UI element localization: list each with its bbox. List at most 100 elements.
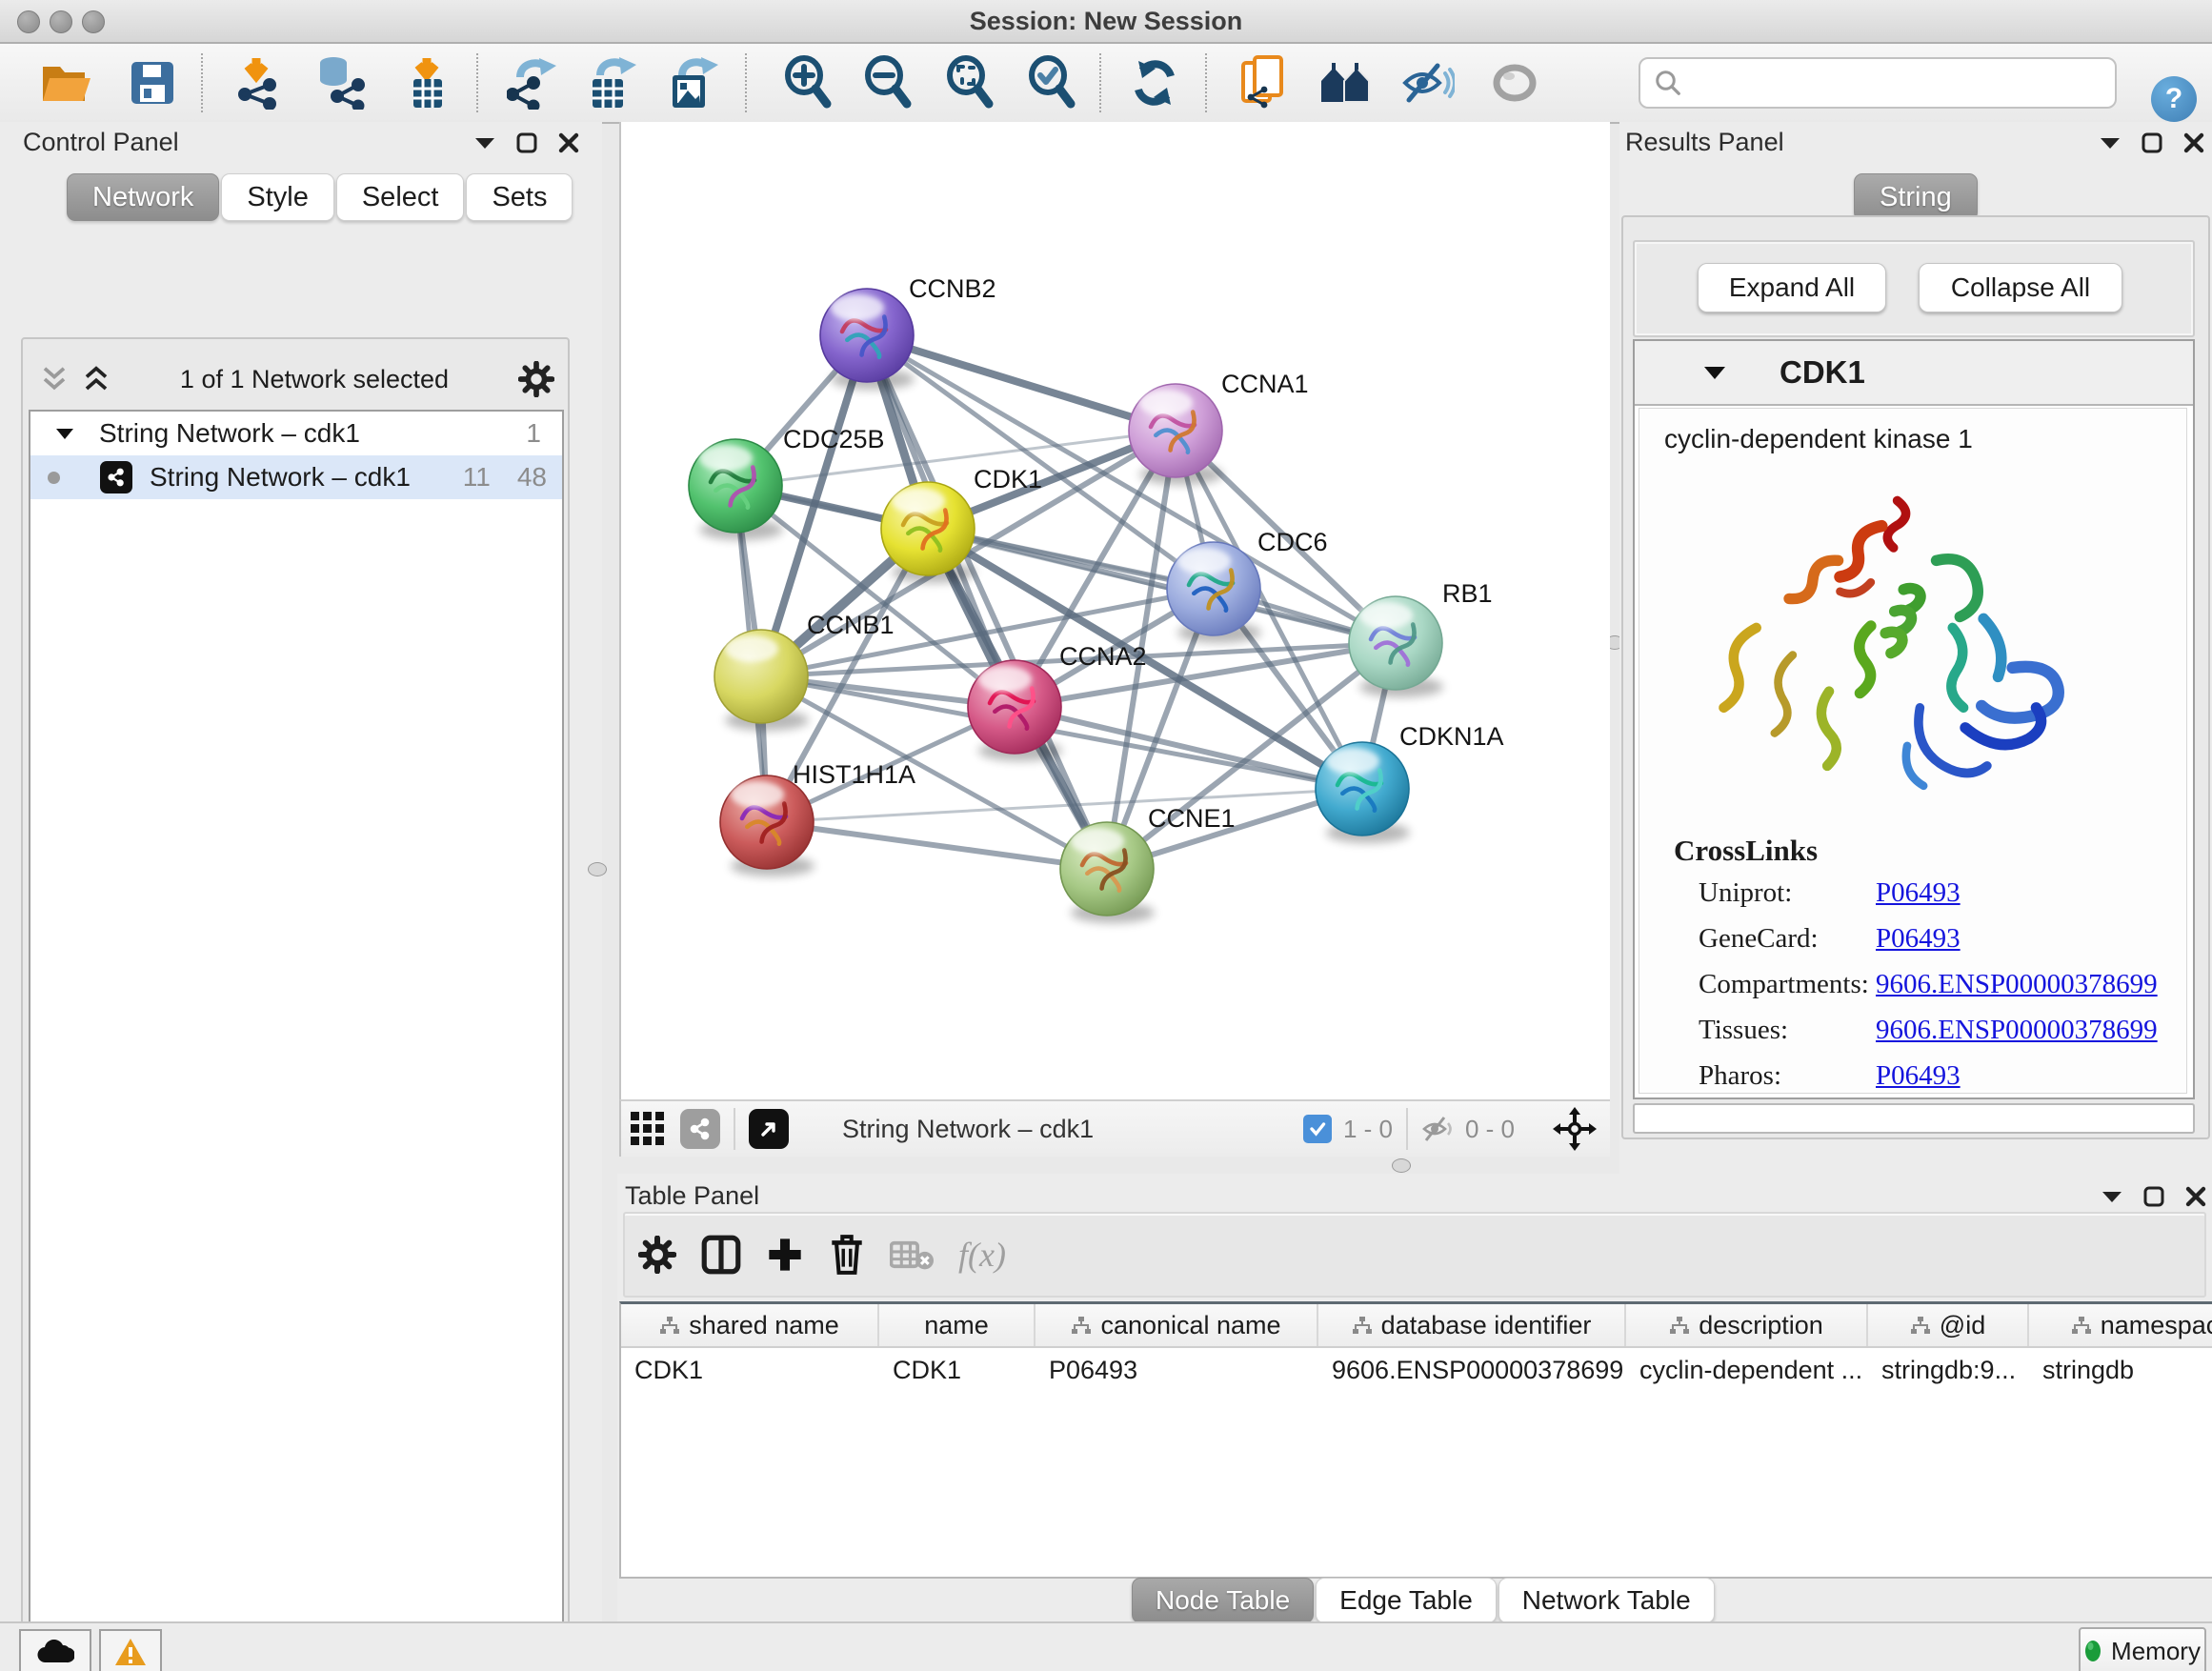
- column-header-canonical-name[interactable]: canonical name: [1036, 1304, 1318, 1346]
- collapse-all-button[interactable]: Collapse All: [1919, 263, 2122, 312]
- column-header-database-identifier[interactable]: database identifier: [1318, 1304, 1626, 1346]
- table-cell[interactable]: P06493: [1036, 1356, 1318, 1385]
- collapse-all-icon[interactable]: [40, 365, 69, 393]
- table-cell[interactable]: CDK1: [879, 1356, 1036, 1385]
- network-view-icon[interactable]: [680, 1109, 720, 1149]
- refresh-icon[interactable]: [1126, 53, 1183, 112]
- memory-button[interactable]: Memory: [2079, 1627, 2206, 1671]
- network-node-CDC25B[interactable]: [689, 439, 783, 540]
- expand-all-button[interactable]: Expand All: [1698, 263, 1886, 312]
- grid-view-icon[interactable]: [629, 1110, 667, 1148]
- close-panel-icon[interactable]: [558, 132, 579, 153]
- tab-network-table[interactable]: Network Table: [1498, 1578, 1715, 1623]
- left-splitter-handle[interactable]: [588, 862, 607, 876]
- network-node-RB1[interactable]: [1349, 596, 1443, 697]
- birds-eye-icon[interactable]: [1553, 1107, 1597, 1151]
- expand-all-icon[interactable]: [82, 365, 111, 393]
- column-header-namespace[interactable]: namespace: [2029, 1304, 2212, 1346]
- export-image-icon[interactable]: [665, 53, 722, 112]
- results-hscrollbar[interactable]: [1633, 1103, 2195, 1134]
- options-gear-icon[interactable]: [518, 361, 554, 397]
- table-cell[interactable]: stringdb: [2029, 1356, 2212, 1385]
- gene-section-header[interactable]: CDK1: [1635, 341, 2193, 406]
- toolbar-divider: [1406, 1108, 1408, 1150]
- crosslink-value[interactable]: 9606.ENSP00000378699: [1876, 969, 2158, 1000]
- node-label-CDC6: CDC6: [1257, 528, 1328, 556]
- tab-string[interactable]: String: [1854, 173, 1978, 221]
- table-cell[interactable]: cyclin-dependent ...: [1626, 1356, 1868, 1385]
- crosslink-value[interactable]: 9606.ENSP00000378699: [1876, 1015, 2158, 1046]
- gene-collapse-icon[interactable]: [1703, 365, 1726, 380]
- network-graph[interactable]: CCNB2CCNA1CDC25BCDK1CDC6RB1CCNB1CCNA2CDK…: [621, 122, 1610, 1099]
- network-row[interactable]: String Network – cdk1 11 48: [30, 455, 562, 499]
- delete-column-icon[interactable]: [829, 1234, 865, 1276]
- main-toolbar: ?: [0, 44, 2212, 124]
- close-panel-icon[interactable]: [2185, 1186, 2206, 1207]
- cloud-icon: [36, 1640, 74, 1664]
- zoom-in-icon[interactable]: [779, 53, 836, 112]
- column-header--id[interactable]: @id: [1868, 1304, 2029, 1346]
- import-table-icon[interactable]: [398, 53, 455, 112]
- tab-select[interactable]: Select: [336, 173, 465, 221]
- collection-expand-icon[interactable]: [55, 427, 74, 440]
- zoom-selected-icon[interactable]: [1023, 53, 1080, 112]
- detach-view-icon[interactable]: [749, 1109, 789, 1149]
- crosslink-value[interactable]: P06493: [1876, 877, 1961, 909]
- tab-node-table[interactable]: Node Table: [1132, 1578, 1314, 1623]
- float-panel-icon[interactable]: [2143, 1186, 2164, 1207]
- create-column-icon[interactable]: [766, 1236, 804, 1274]
- cloud-status-button[interactable]: [19, 1629, 91, 1671]
- toolbar-divider: [201, 53, 203, 112]
- tab-network[interactable]: Network: [67, 173, 219, 221]
- save-session-icon[interactable]: [124, 53, 181, 112]
- home-icon[interactable]: [1318, 53, 1376, 112]
- network-node-CCNA2[interactable]: [968, 660, 1062, 761]
- network-node-CCNE1[interactable]: [1060, 822, 1155, 923]
- tab-sets[interactable]: Sets: [466, 173, 573, 221]
- zoom-fit-icon[interactable]: [941, 53, 998, 112]
- network-canvas[interactable]: CCNB2CCNA1CDC25BCDK1CDC6RB1CCNB1CCNA2CDK…: [619, 122, 1610, 1099]
- selected-checkbox-icon[interactable]: [1303, 1115, 1332, 1143]
- export-network-icon[interactable]: [503, 53, 560, 112]
- table-cell[interactable]: stringdb:9...: [1868, 1356, 2029, 1385]
- search-input[interactable]: [1690, 63, 2115, 103]
- hide-selected-icon[interactable]: [1399, 53, 1457, 112]
- tab-style[interactable]: Style: [221, 173, 333, 221]
- node-table[interactable]: shared namenamecanonical namedatabase id…: [619, 1301, 2212, 1579]
- float-panel-icon[interactable]: [516, 132, 537, 153]
- crosslink-value[interactable]: P06493: [1876, 923, 1961, 955]
- network-node-CDKN1A[interactable]: [1316, 742, 1410, 843]
- show-columns-icon[interactable]: [701, 1234, 741, 1276]
- close-panel-icon[interactable]: [2183, 132, 2204, 153]
- column-header-name[interactable]: name: [879, 1304, 1036, 1346]
- network-node-CDK1[interactable]: [881, 482, 975, 583]
- network-node-HIST1H1A[interactable]: [720, 775, 814, 876]
- show-hidden-icon[interactable]: [1486, 53, 1543, 112]
- tab-edge-table[interactable]: Edge Table: [1316, 1578, 1497, 1623]
- float-panel-icon[interactable]: [2142, 132, 2162, 153]
- export-table-icon[interactable]: [584, 53, 641, 112]
- network-node-CDC6[interactable]: [1167, 542, 1261, 643]
- open-session-icon[interactable]: [38, 53, 95, 112]
- table-cell[interactable]: CDK1: [621, 1356, 879, 1385]
- horizontal-splitter-handle[interactable]: [1392, 1158, 1411, 1173]
- control-panel-tabs: NetworkStyleSelectSets: [67, 173, 574, 221]
- panel-menu-icon[interactable]: [2101, 1190, 2122, 1203]
- crosslink-value[interactable]: P06493: [1876, 1060, 1961, 1092]
- network-collection-row[interactable]: String Network – cdk1 1: [30, 412, 562, 455]
- column-header-shared-name[interactable]: shared name: [621, 1304, 879, 1346]
- clone-network-icon[interactable]: [1237, 53, 1294, 112]
- panel-menu-icon[interactable]: [2100, 136, 2121, 150]
- network-node-CCNB1[interactable]: [714, 630, 809, 731]
- panel-menu-icon[interactable]: [474, 136, 495, 150]
- table-cell[interactable]: 9606.ENSP00000378699: [1318, 1356, 1626, 1385]
- column-header-description[interactable]: description: [1626, 1304, 1868, 1346]
- zoom-out-icon[interactable]: [859, 53, 916, 112]
- table-row[interactable]: CDK1CDK1P064939606.ENSP00000378699cyclin…: [621, 1348, 2212, 1392]
- import-network-icon[interactable]: [231, 53, 288, 112]
- network-node-CCNA1[interactable]: [1129, 384, 1223, 485]
- warnings-button[interactable]: [99, 1629, 162, 1671]
- table-options-gear-icon[interactable]: [638, 1236, 676, 1274]
- import-table-from-database-icon[interactable]: [312, 53, 370, 112]
- help-icon[interactable]: ?: [2151, 76, 2197, 122]
